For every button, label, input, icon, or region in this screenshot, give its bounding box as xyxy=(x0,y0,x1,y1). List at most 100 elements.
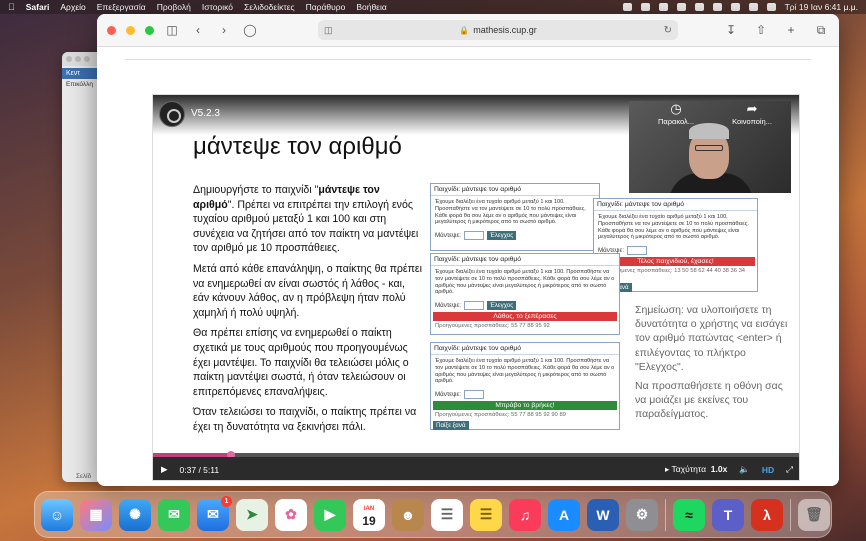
hd-button[interactable]: HD xyxy=(762,465,774,475)
page-content: V5.2.3 μάντεψε τον αριθμό Δημιουργήστε τ… xyxy=(97,47,839,486)
facetime-icon[interactable]: ▶ xyxy=(314,498,346,531)
menu-app-safari[interactable]: Safari xyxy=(26,2,50,12)
teams-icon[interactable]: T xyxy=(712,498,744,531)
share-arrow-icon: ➦ xyxy=(746,101,758,116)
youtube-logo[interactable]: YouTube xyxy=(748,438,789,449)
forward-icon[interactable]: › xyxy=(216,23,232,37)
guess-label: Μάντεψε: xyxy=(435,232,461,240)
menu-edit[interactable]: Επεξεργασία xyxy=(97,2,146,12)
apple-menu-icon[interactable]:  xyxy=(8,2,15,12)
menu-help[interactable]: Βοήθεια xyxy=(356,2,386,12)
mail-icon[interactable]: ✉ 1 xyxy=(197,495,232,531)
launchpad-icon[interactable]: ▦ xyxy=(80,498,112,531)
reminders-icon[interactable]: ☰ xyxy=(431,498,463,531)
clock-icon: ◷ xyxy=(670,101,682,116)
status-icon-info[interactable] xyxy=(658,3,668,11)
menu-view[interactable]: Προβολή xyxy=(157,2,191,12)
video-player[interactable]: V5.2.3 μάντεψε τον αριθμό Δημιουργήστε τ… xyxy=(152,94,800,481)
tab-overview-icon[interactable]: ⧉ xyxy=(813,23,829,38)
share-video-button[interactable]: ➦ Κοινοποίη... xyxy=(732,101,772,137)
new-tab-icon[interactable]: + xyxy=(783,23,799,38)
safari-icon[interactable]: ✺ xyxy=(119,498,151,531)
dock: ☺ ▦ ✺ ✉ ✉ 1 ➤ ✿ ▶ ΙΑΝ 19 ☻ ☰ ☰ ♫ A W ⚙ ≈… xyxy=(34,491,832,538)
dock-separator xyxy=(665,498,666,531)
channel-avatar[interactable] xyxy=(159,101,185,127)
notes-icon[interactable]: ☰ xyxy=(470,498,502,531)
safari-window: ◫ ‹ › ◯ ◫ 🔒 mathesis.cup.gr ↻ ↧ ⇧ + ⧉ V5… xyxy=(97,14,839,486)
fullscreen-icon[interactable]: ⤢ xyxy=(786,464,793,475)
close-window-button[interactable] xyxy=(107,25,116,35)
slide-text: Δημιουργήστε το παιχνίδι "μάντεψε τον αρ… xyxy=(193,183,423,441)
game-screenshot-wrong: Παιχνίδι: μάντεψε τον αριθμό Έχουμε διαλ… xyxy=(430,253,620,335)
zoom-window-button[interactable] xyxy=(145,25,154,35)
slide-paragraph-3: Θα πρέπει επίσης να ενημερωθεί ο παίκτη … xyxy=(193,327,409,398)
share-icon[interactable]: ⇧ xyxy=(753,23,769,38)
acrobat-icon[interactable]: λ xyxy=(751,498,783,531)
reload-icon[interactable]: ↻ xyxy=(664,25,672,36)
guess-input xyxy=(463,301,484,311)
volume-icon[interactable]: 🔈 xyxy=(739,464,750,475)
video-top-actions: ◷ Παρακολ... ➦ Κοινοποίη... xyxy=(639,101,791,137)
back-icon[interactable]: ‹ xyxy=(190,23,206,37)
calendar-icon[interactable]: ΙΑΝ 19 xyxy=(353,498,385,531)
battery-icon[interactable] xyxy=(694,3,704,11)
speed-button[interactable]: ▸ Ταχύτητα 1.0x xyxy=(665,464,727,475)
guess-label: Μάντεψε: xyxy=(435,302,461,310)
guess-input xyxy=(463,231,484,241)
siri-icon[interactable] xyxy=(766,3,776,11)
game-title: Παιχνίδι: μάντεψε τον αριθμό xyxy=(431,343,619,355)
menu-bookmarks[interactable]: Σελιδοδείκτες xyxy=(244,2,295,12)
guess-label: Μάντεψε: xyxy=(435,391,461,399)
sidebar-toggle-icon[interactable]: ◫ xyxy=(164,23,180,37)
contacts-icon[interactable]: ☻ xyxy=(392,498,424,531)
play-icon[interactable]: ▶ xyxy=(161,464,168,475)
guess-row: Μάντεψε: xyxy=(431,388,619,401)
slide-note-2: Να προσπαθήσετε η οθόνη σας να μοιάζει μ… xyxy=(635,380,783,421)
slide-paragraph-1: Δημιουργήστε το παιχνίδι "μάντεψε τον αρ… xyxy=(193,184,419,255)
slide-paragraph-4: Όταν τελειώσει το παιχνίδι, ο παίκτης πρ… xyxy=(193,406,417,433)
play-again-button: Παίξε ξανά xyxy=(433,421,469,431)
trash-icon[interactable]: 🗑 xyxy=(798,498,830,531)
game-description: Έχουμε διαλέξει ένα τυχαίο αριθμό μεταξύ… xyxy=(435,358,615,385)
maps-icon[interactable]: ➤ xyxy=(236,498,268,531)
menu-window[interactable]: Παράθυρο xyxy=(306,2,346,12)
menu-history[interactable]: Ιστορικό xyxy=(202,2,233,12)
address-bar[interactable]: ◫ 🔒 mathesis.cup.gr ↻ xyxy=(318,20,678,40)
search-icon[interactable] xyxy=(730,3,740,11)
dock-separator xyxy=(790,498,791,531)
photos-icon[interactable]: ✿ xyxy=(275,498,307,531)
status-icon-keyboard-input[interactable] xyxy=(676,3,686,11)
control-center-icon[interactable] xyxy=(748,3,758,11)
watch-later-button[interactable]: ◷ Παρακολ... xyxy=(658,101,694,137)
menu-clock[interactable]: Τρί 19 Ιαν 6:41 μ.μ. xyxy=(785,2,858,12)
minimize-window-button[interactable] xyxy=(126,25,135,35)
status-icon-creative-cloud[interactable] xyxy=(622,3,632,11)
menu-file[interactable]: Αρχείο xyxy=(60,2,85,12)
page-count-label: Σελίδ xyxy=(76,473,92,480)
menu-bar:  Safari Αρχείο Επεξεργασία Προβολή Ιστο… xyxy=(0,0,866,14)
correct-guess-message: Μπράβο το βρήκες! xyxy=(433,401,617,411)
privacy-shield-icon[interactable]: ◯ xyxy=(242,23,258,37)
calendar-month: ΙΑΝ xyxy=(363,505,375,512)
game-title: Παιχνίδι: μάντεψε τον αριθμό xyxy=(431,184,599,196)
wifi-icon[interactable] xyxy=(712,3,722,11)
spotify-icon[interactable]: ≈ xyxy=(673,498,705,531)
system-preferences-icon[interactable]: ⚙ xyxy=(626,498,658,531)
music-icon[interactable]: ♫ xyxy=(509,498,541,531)
guess-row: Μάντεψε: Έλεγχος xyxy=(431,229,599,242)
game-description: Έχουμε διαλέξει ένα τυχαίο αριθμό μεταξύ… xyxy=(435,269,615,296)
downloads-icon[interactable]: ↧ xyxy=(723,23,739,38)
lock-icon: 🔒 xyxy=(459,25,470,35)
app-store-icon[interactable]: A xyxy=(548,498,580,531)
game-screenshot-correct: Παιχνίδι: μάντεψε τον αριθμό Έχουμε διαλ… xyxy=(430,342,620,431)
video-title[interactable]: V5.2.3 xyxy=(191,108,220,119)
word-icon[interactable]: W xyxy=(587,498,619,531)
finder-icon[interactable]: ☺ xyxy=(41,498,73,531)
divider xyxy=(125,59,811,60)
game-description: Έχουμε διαλέξει ένα τυχαίο αριθμό μεταξύ… xyxy=(598,214,749,241)
previous-guesses: Προηγούμενες προσπάθειες: 55 77 88 95 92 xyxy=(435,323,550,330)
messages-icon[interactable]: ✉ xyxy=(158,498,190,531)
speed-value: 1.0x xyxy=(710,464,728,474)
page-menu-icon[interactable]: ◫ xyxy=(324,25,333,36)
status-icon-media[interactable] xyxy=(640,3,650,11)
